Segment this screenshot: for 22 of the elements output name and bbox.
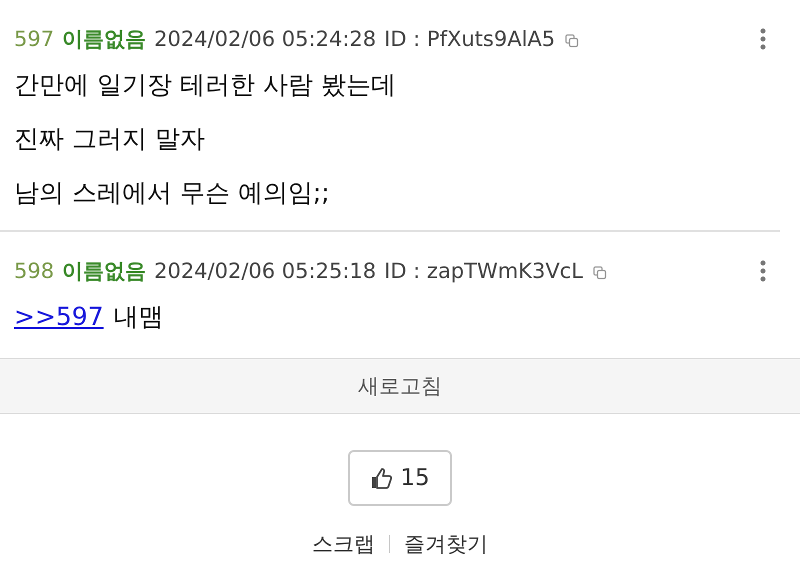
post-number: 598 — [14, 259, 54, 283]
more-icon[interactable] — [760, 260, 766, 282]
poster-id: ID : PfXuts9AlA5 — [384, 27, 556, 51]
post-text: 간만에 일기장 테러한 사람 봤는데 — [14, 69, 396, 101]
post-text: 남의 스레에서 무슨 예의임;; — [14, 177, 330, 209]
thumbs-up-icon — [370, 466, 394, 490]
action-link[interactable]: 즐겨찾기 — [404, 530, 488, 558]
post-text: 진짜 그러지 말자 — [14, 123, 205, 155]
poster-id: ID : zapTWmK3VcL — [384, 259, 583, 283]
action-link[interactable]: 스크랩 — [312, 530, 375, 558]
author-name: 이름없음 — [62, 258, 146, 285]
post-text: 내맴 — [114, 301, 164, 333]
post-date: 2024/02/06 05:24:28 — [154, 27, 376, 51]
like-button[interactable]: 15 — [348, 450, 452, 506]
author-name: 이름없음 — [62, 26, 146, 53]
post-number: 597 — [14, 27, 54, 51]
reply-link[interactable]: >>597 — [14, 290, 104, 344]
post-date: 2024/02/06 05:25:18 — [154, 259, 376, 283]
refresh-button[interactable]: 새로고침 — [0, 358, 800, 414]
copy-icon[interactable] — [565, 34, 580, 48]
more-icon[interactable] — [760, 28, 766, 50]
copy-icon[interactable] — [592, 266, 607, 280]
